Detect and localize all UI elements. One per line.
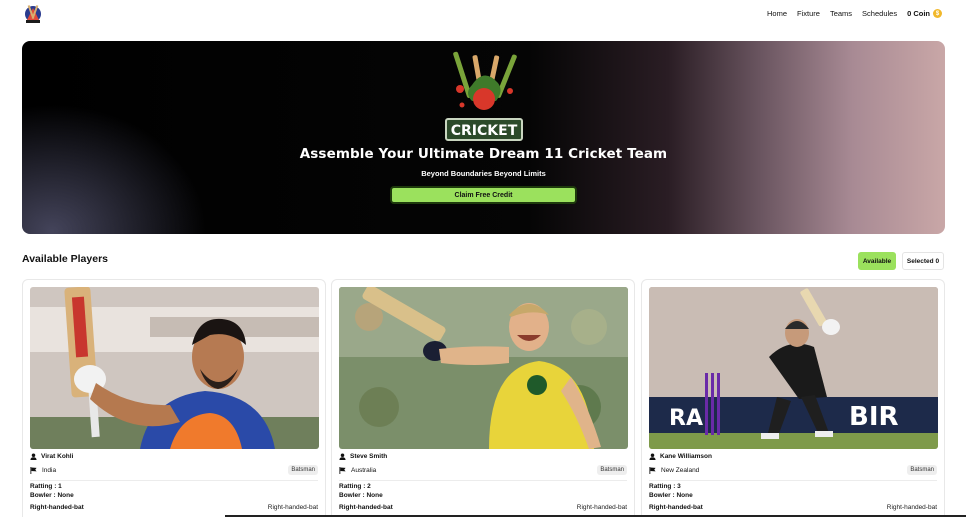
player-name-text: Virat Kohli [41,453,74,460]
player-card[interactable]: Steve Smith Australia Batsman Ratting : … [331,279,635,517]
batting-style-value: Right-handed-bat [576,504,627,511]
card-divider [30,480,318,481]
player-name-text: Kane Williamson [660,453,712,460]
player-bowler: Bowler : None [339,492,383,499]
player-photo [339,287,628,449]
claim-free-credit-button[interactable]: Claim Free Credit [390,186,577,204]
cricket-logo-icon[interactable] [23,3,43,24]
batting-style: Right-handed-bat [339,504,393,511]
batting-style-value: Right-handed-bat [267,504,318,511]
role-badge: Batsman [288,465,318,475]
flag-icon [339,467,346,474]
player-country-text: Australia [351,467,377,474]
player-card[interactable]: BIR RA Kane Williamson New Zealand Batsm… [641,279,945,517]
navbar: Home Fixture Teams Schedules 0 Coin $ [0,0,966,30]
player-country-text: India [42,467,57,474]
coin-balance: 0 Coin $ [907,9,942,18]
user-icon [30,453,37,460]
player-name-text: Steve Smith [350,453,388,460]
hero-banner: CRICKET Assemble Your Ultimate Dream 11 … [22,41,945,234]
batting-style: Right-handed-bat [30,504,84,511]
cricket-banner-icon: CRICKET [445,51,523,141]
hero-subtitle: Beyond Boundaries Beyond Limits [421,169,546,178]
player-photo: BIR RA [649,287,938,449]
coin-icon: $ [933,9,942,18]
nav-home[interactable]: Home [767,9,787,18]
user-icon [649,453,656,460]
svg-text:BIR: BIR [849,402,899,432]
player-card[interactable]: Virat Kohli India Batsman Ratting : 1 Bo… [22,279,326,517]
nav-schedules[interactable]: Schedules [862,9,897,18]
player-country: Australia [339,467,376,474]
card-divider [339,480,627,481]
selected-toggle-button[interactable]: Selected 0 [902,252,944,270]
player-country-text: New Zealand [661,467,700,474]
player-name: Virat Kohli [30,453,73,460]
player-bowler: Bowler : None [649,492,693,499]
role-badge: Batsman [907,465,937,475]
available-players-title: Available Players [22,253,108,265]
nav-links: Home Fixture Teams Schedules 0 Coin $ [767,9,942,18]
player-country: India [30,467,56,474]
svg-text:RA: RA [669,406,703,431]
nav-fixture[interactable]: Fixture [797,9,820,18]
flag-icon [649,467,656,474]
cricket-logo-text: CRICKET [451,123,518,139]
player-bowler: Bowler : None [30,492,74,499]
role-badge: Batsman [597,465,627,475]
user-icon [339,453,346,460]
player-name: Steve Smith [339,453,387,460]
player-country: New Zealand [649,467,699,474]
batting-style: Right-handed-bat [649,504,703,511]
player-rating: Ratting : 2 [339,483,371,490]
player-photo [30,287,319,449]
nav-teams[interactable]: Teams [830,9,852,18]
player-rating: Ratting : 3 [649,483,681,490]
coin-text: 0 Coin [907,9,930,18]
player-name: Kane Williamson [649,453,712,460]
card-divider [649,480,937,481]
hero-title: Assemble Your Ultimate Dream 11 Cricket … [299,146,668,162]
available-toggle-button[interactable]: Available [858,252,896,270]
flag-icon [30,467,37,474]
batting-style-value: Right-handed-bat [886,504,937,511]
player-rating: Ratting : 1 [30,483,62,490]
